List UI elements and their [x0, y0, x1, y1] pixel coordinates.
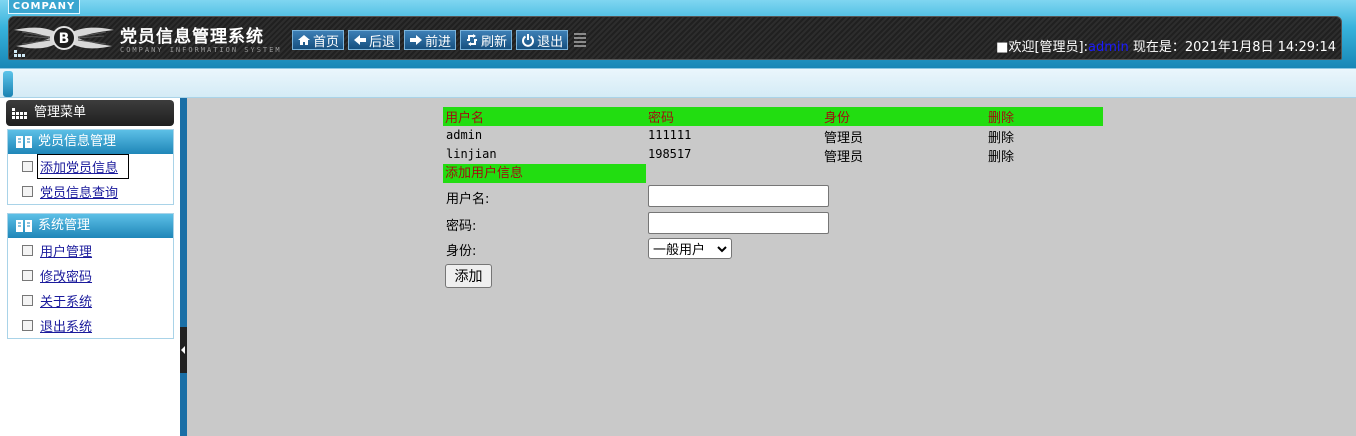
svg-text:B: B: [59, 31, 70, 47]
system-subtitle: COMPANY INFORMATION SYSTEM: [120, 46, 282, 54]
role-select[interactable]: 一般用户: [648, 238, 732, 259]
toolbar-grip-icon: [574, 33, 586, 47]
link-query-member[interactable]: 党员信息查询: [40, 182, 118, 201]
cell-username: linjian: [446, 147, 497, 161]
group-title-member-info: 党员信息管理: [38, 134, 117, 149]
arrow-right-icon: [410, 35, 423, 45]
link-about[interactable]: 关于系统: [40, 291, 92, 310]
username-label: 用户名:: [446, 192, 490, 207]
current-username: admin: [1087, 40, 1129, 55]
sidebar-item-query-member[interactable]: 党员信息查询: [8, 179, 173, 204]
add-user-button[interactable]: 添加: [445, 264, 492, 288]
nav-toolbar: 首页 后退 前进 刷新 退出: [292, 30, 569, 50]
chevron-down-icon: [717, 245, 727, 252]
refresh-icon: [467, 34, 478, 46]
collapse-sidebar-button[interactable]: [180, 327, 187, 373]
menu-group-system: 系统管理 用户管理 修改密码 关于系统 退出系统: [7, 213, 174, 339]
sidebar-item-exit[interactable]: 退出系统: [8, 313, 173, 338]
current-datetime: 现在是：2021年1月8日 14:29:14: [1128, 40, 1336, 55]
document-icon: [22, 270, 33, 281]
document-icon: [22, 295, 33, 306]
main-content: 用户名 密码 身份 删除 admin 111111 管理员 删除 linjian…: [187, 98, 1356, 436]
menu-title-label: 管理菜单: [34, 105, 87, 120]
refresh-button[interactable]: 刷新: [460, 30, 513, 50]
logout-button-label: 退出: [537, 34, 564, 50]
cell-username: admin: [446, 128, 483, 142]
back-button-label: 后退: [369, 34, 396, 50]
book-icon: [16, 136, 32, 148]
link-exit[interactable]: 退出系统: [40, 316, 92, 335]
sidebar: 管理菜单 党员信息管理 添加党员信息 党员信息查询 系统管理 用户管理 修改密码…: [0, 98, 180, 436]
role-select-value: 一般用户: [653, 243, 706, 258]
back-button[interactable]: 后退: [348, 30, 401, 50]
group-header-system[interactable]: 系统管理: [8, 214, 173, 238]
cell-role: 管理员: [824, 150, 864, 165]
forward-button[interactable]: 前进: [404, 30, 457, 50]
sidebar-item-user-management[interactable]: 用户管理: [8, 238, 173, 263]
home-button[interactable]: 首页: [292, 30, 345, 50]
column-header-role: 身份: [824, 111, 851, 126]
role-label: 身份:: [446, 244, 477, 259]
sidebar-item-add-member[interactable]: 添加党员信息: [8, 154, 173, 179]
delete-link[interactable]: 删除: [988, 146, 1014, 165]
power-icon: [522, 34, 535, 47]
column-header-password: 密码: [648, 111, 675, 126]
add-user-heading: 添加用户信息: [443, 164, 646, 183]
document-icon: [22, 245, 33, 256]
arrow-left-icon: [354, 35, 367, 45]
top-header: COMPANY B 党员信息管理系统 COMPANY INFORMATION S…: [0, 0, 1356, 68]
system-title: 党员信息管理系统: [120, 27, 264, 47]
subbar-tab-handle[interactable]: [3, 71, 13, 97]
logout-button[interactable]: 退出: [516, 30, 569, 50]
delete-link[interactable]: 删除: [988, 127, 1014, 146]
link-user-management[interactable]: 用户管理: [40, 241, 92, 260]
password-input[interactable]: [648, 212, 829, 234]
grid-icon: [12, 108, 27, 119]
username-input[interactable]: [648, 185, 829, 207]
column-header-username: 用户名: [445, 111, 485, 126]
welcome-text: ■欢迎[管理员]:admin 现在是：2021年1月8日 14:29:14: [996, 36, 1336, 55]
sub-toolbar: [0, 68, 1356, 98]
group-title-system: 系统管理: [38, 218, 91, 233]
cell-role: 管理员: [824, 131, 864, 146]
sidebar-divider: [180, 98, 187, 436]
cell-password: 111111: [648, 128, 692, 142]
book-icon: [16, 220, 32, 232]
welcome-prefix: ■欢迎[管理员]:: [996, 40, 1088, 55]
dots-icon: [14, 50, 25, 57]
password-label: 密码:: [446, 219, 477, 234]
cell-password: 198517: [648, 147, 692, 161]
forward-button-label: 前进: [425, 34, 452, 50]
menu-title: 管理菜单: [6, 100, 174, 126]
refresh-button-label: 刷新: [481, 34, 508, 50]
group-header-member-info[interactable]: 党员信息管理: [8, 130, 173, 154]
link-change-password[interactable]: 修改密码: [40, 266, 92, 285]
document-icon: [22, 186, 33, 197]
sidebar-item-about[interactable]: 关于系统: [8, 288, 173, 313]
column-header-delete: 删除: [988, 111, 1015, 126]
home-button-label: 首页: [313, 34, 340, 50]
link-add-member[interactable]: 添加党员信息: [36, 154, 130, 179]
company-tag: COMPANY: [8, 0, 80, 14]
home-icon: [298, 35, 310, 45]
user-table-header: 用户名 密码 身份 删除: [443, 107, 1103, 126]
menu-group-member-info: 党员信息管理 添加党员信息 党员信息查询: [7, 129, 174, 205]
document-icon: [22, 161, 33, 172]
sidebar-item-change-password[interactable]: 修改密码: [8, 263, 173, 288]
document-icon: [22, 320, 33, 331]
bentley-logo-icon: B: [14, 26, 114, 50]
